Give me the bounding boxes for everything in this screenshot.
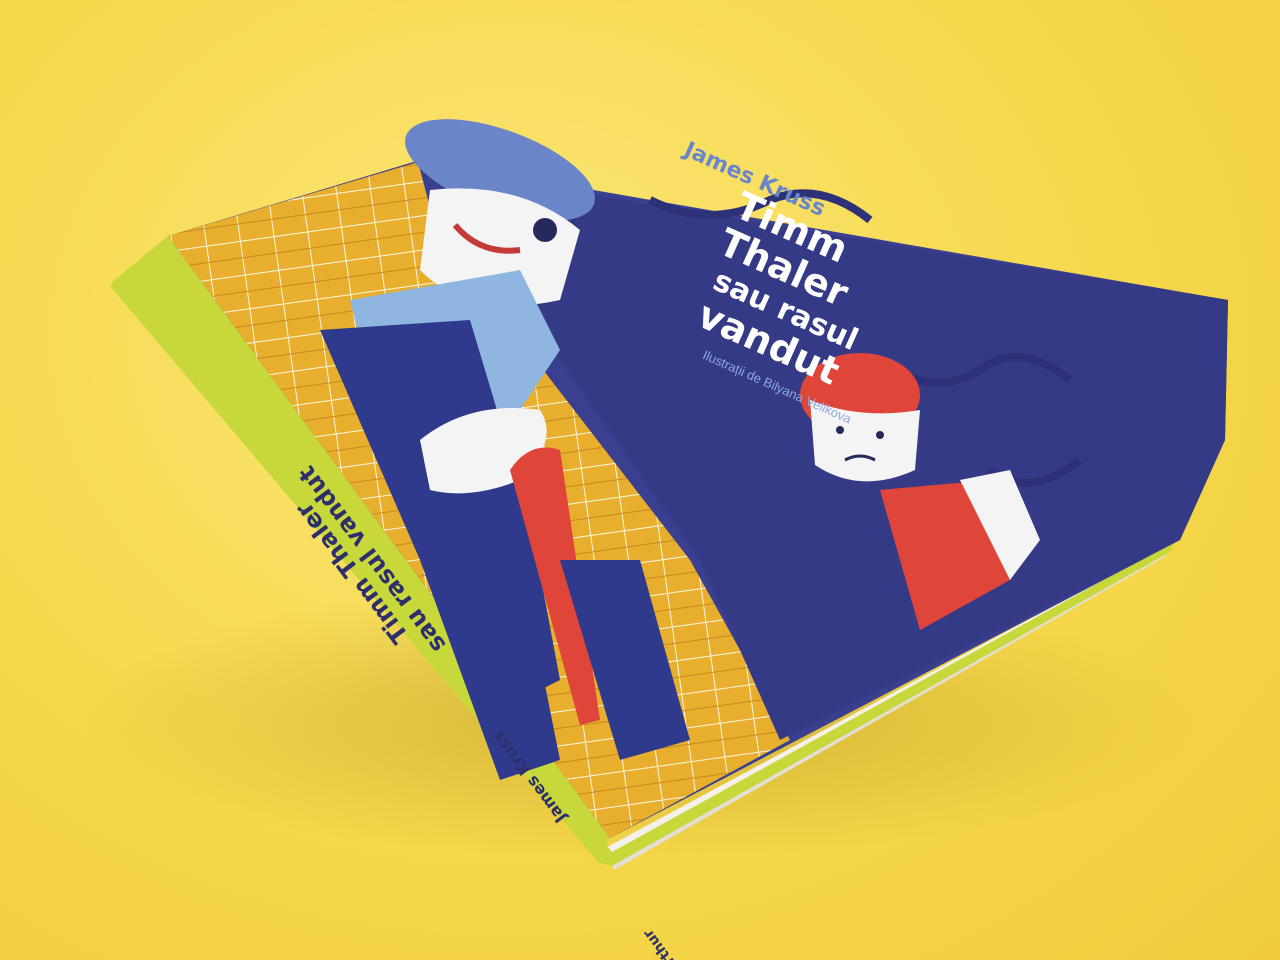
book-scene: James Kruss Timm Thaler sau rasul vandut… (80, 119, 1228, 960)
spine-publisher: Arthur (640, 926, 684, 960)
